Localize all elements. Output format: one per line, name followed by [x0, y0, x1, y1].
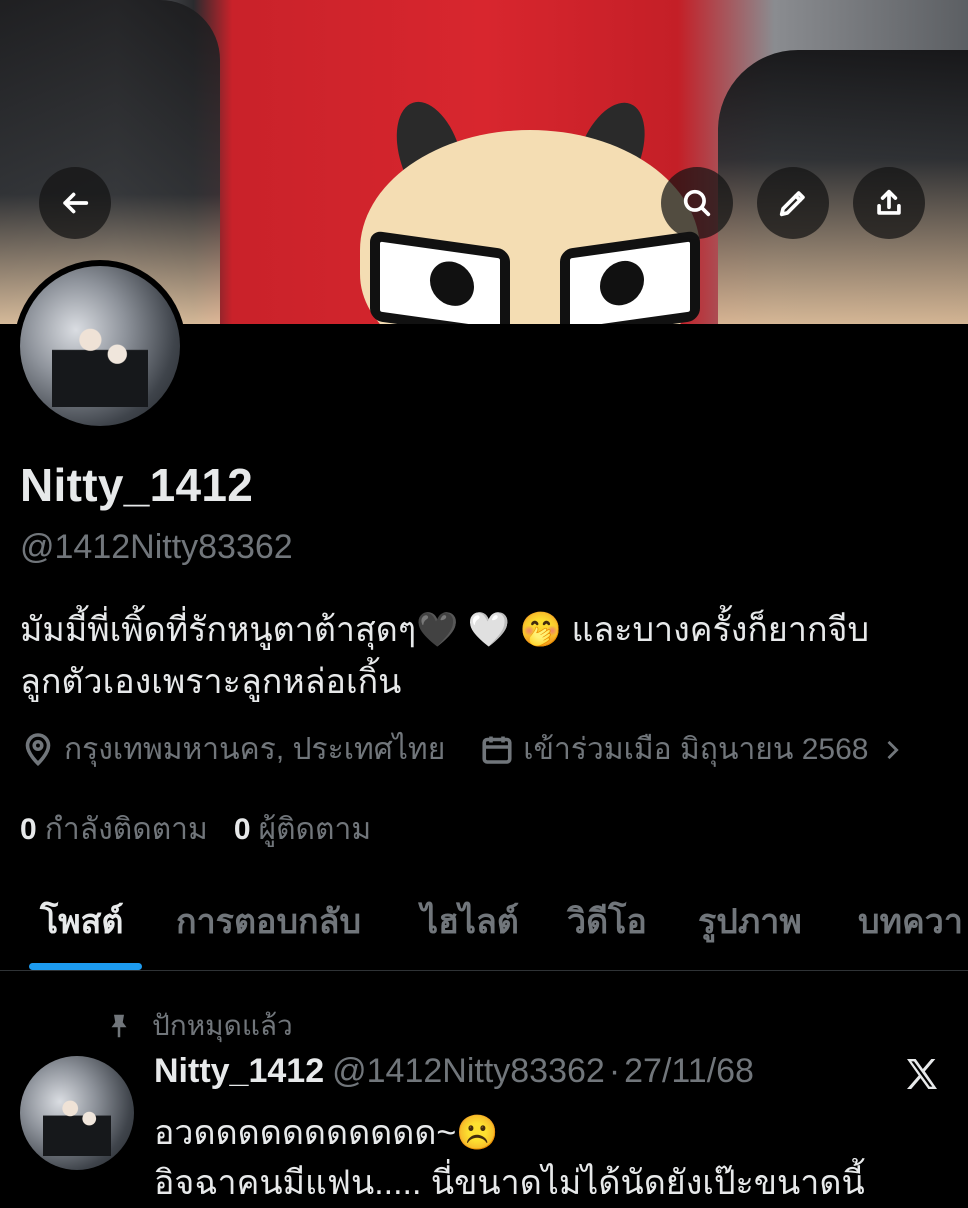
profile-tabs: โพสต์ การตอบกลับ ไฮไลต์ วิดีโอ รูปภาพ บท…: [0, 870, 968, 971]
post-date[interactable]: 27/11/68: [624, 1052, 754, 1090]
banner-person-right: [718, 50, 968, 324]
tab-highlights[interactable]: ไฮไลต์: [421, 894, 519, 948]
post-line-1: อวดดดดดดดดดดด~☹️: [154, 1114, 499, 1152]
tab-replies[interactable]: การตอบกลับ: [176, 894, 361, 948]
join-date[interactable]: เข้าร่วมเมือ มิถุนายน 2568: [479, 726, 914, 773]
following-label: กำลังติดตาม: [44, 813, 208, 846]
calendar-icon: [482, 736, 512, 764]
arrow-left-icon: [63, 192, 89, 214]
bio-line-1: มัมมี้พี่เพิ้ดที่รักหนูตาต้าสุดๆ🖤 🤍 🤭 แล…: [20, 611, 870, 649]
post-avatar[interactable]: [20, 1056, 134, 1170]
tab-articles[interactable]: บทควา: [858, 894, 963, 948]
post-author-name[interactable]: Nitty_1412: [154, 1052, 324, 1090]
mascot-eye-right: [560, 230, 700, 324]
post-author-handle[interactable]: @1412Nitty83362: [332, 1052, 605, 1090]
pin-icon: [111, 1014, 127, 1038]
location: กรุงเทพมหานคร, ประเทศไทย: [20, 726, 445, 773]
chevron-right-icon: [887, 740, 900, 759]
profile-avatar-image: [20, 266, 180, 426]
pinned-label: ปักหมุดแล้ว: [152, 1010, 293, 1041]
following-link[interactable]: 0 กำลังติดตาม: [20, 806, 208, 853]
edit-button[interactable]: [757, 167, 829, 239]
search-icon: [683, 189, 711, 217]
share-icon: [877, 189, 901, 215]
active-tab-indicator: [29, 963, 142, 970]
tab-videos[interactable]: วิดีโอ: [567, 894, 647, 948]
x-logo-icon: [907, 1059, 937, 1089]
profile-meta: กรุงเทพมหานคร, ประเทศไทย เข้าร่วมเมือ มิ…: [20, 726, 914, 773]
pencil-icon: [779, 191, 805, 217]
display-name: Nitty_1412: [20, 459, 254, 511]
following-count: 0: [20, 813, 37, 846]
tab-photos[interactable]: รูปภาพ: [698, 894, 802, 948]
post-separator: ·: [608, 1052, 621, 1090]
mascot-eye-left: [370, 230, 510, 324]
search-button[interactable]: [661, 167, 733, 239]
profile-avatar[interactable]: [14, 260, 186, 432]
post-body[interactable]: อวดดดดดดดดดดด~☹️ อิจฉาคนมีแฟน..... นี่ขน…: [154, 1108, 954, 1208]
share-button[interactable]: [853, 167, 925, 239]
back-button[interactable]: [39, 167, 111, 239]
bio-line-2: ลูกตัวเองเพราะลูกหล่อเกิ้น: [20, 663, 402, 701]
location-text: กรุงเทพมหานคร, ประเทศไทย: [64, 733, 446, 766]
pinned-indicator: ปักหมุดแล้ว: [104, 1004, 293, 1048]
followers-label: ผู้ติดตาม: [258, 813, 372, 846]
post-line-2: อิจฉาคนมีแฟน..... นี่ขนาดไม่ได้นัดยังเป๊…: [154, 1164, 865, 1202]
join-date-text: เข้าร่วมเมือ มิถุนายน 2568: [523, 733, 869, 766]
followers-count: 0: [233, 813, 251, 846]
profile-bio: มัมมี้พี่เพิ้ดที่รักหนูตาต้าสุดๆ🖤 🤍 🤭 แล…: [20, 604, 960, 708]
location-pin-icon: [25, 732, 51, 766]
followers-link[interactable]: 0 ผู้ติดตาม: [234, 806, 371, 853]
post-header: Nitty_1412 @1412Nitty83362 · 27/11/68: [154, 1052, 754, 1091]
follow-stats: 0 กำลังติดตาม 0 ผู้ติดตาม: [20, 806, 371, 853]
user-handle: @1412Nitty83362: [20, 528, 293, 566]
tab-posts[interactable]: โพสต์: [40, 894, 124, 948]
